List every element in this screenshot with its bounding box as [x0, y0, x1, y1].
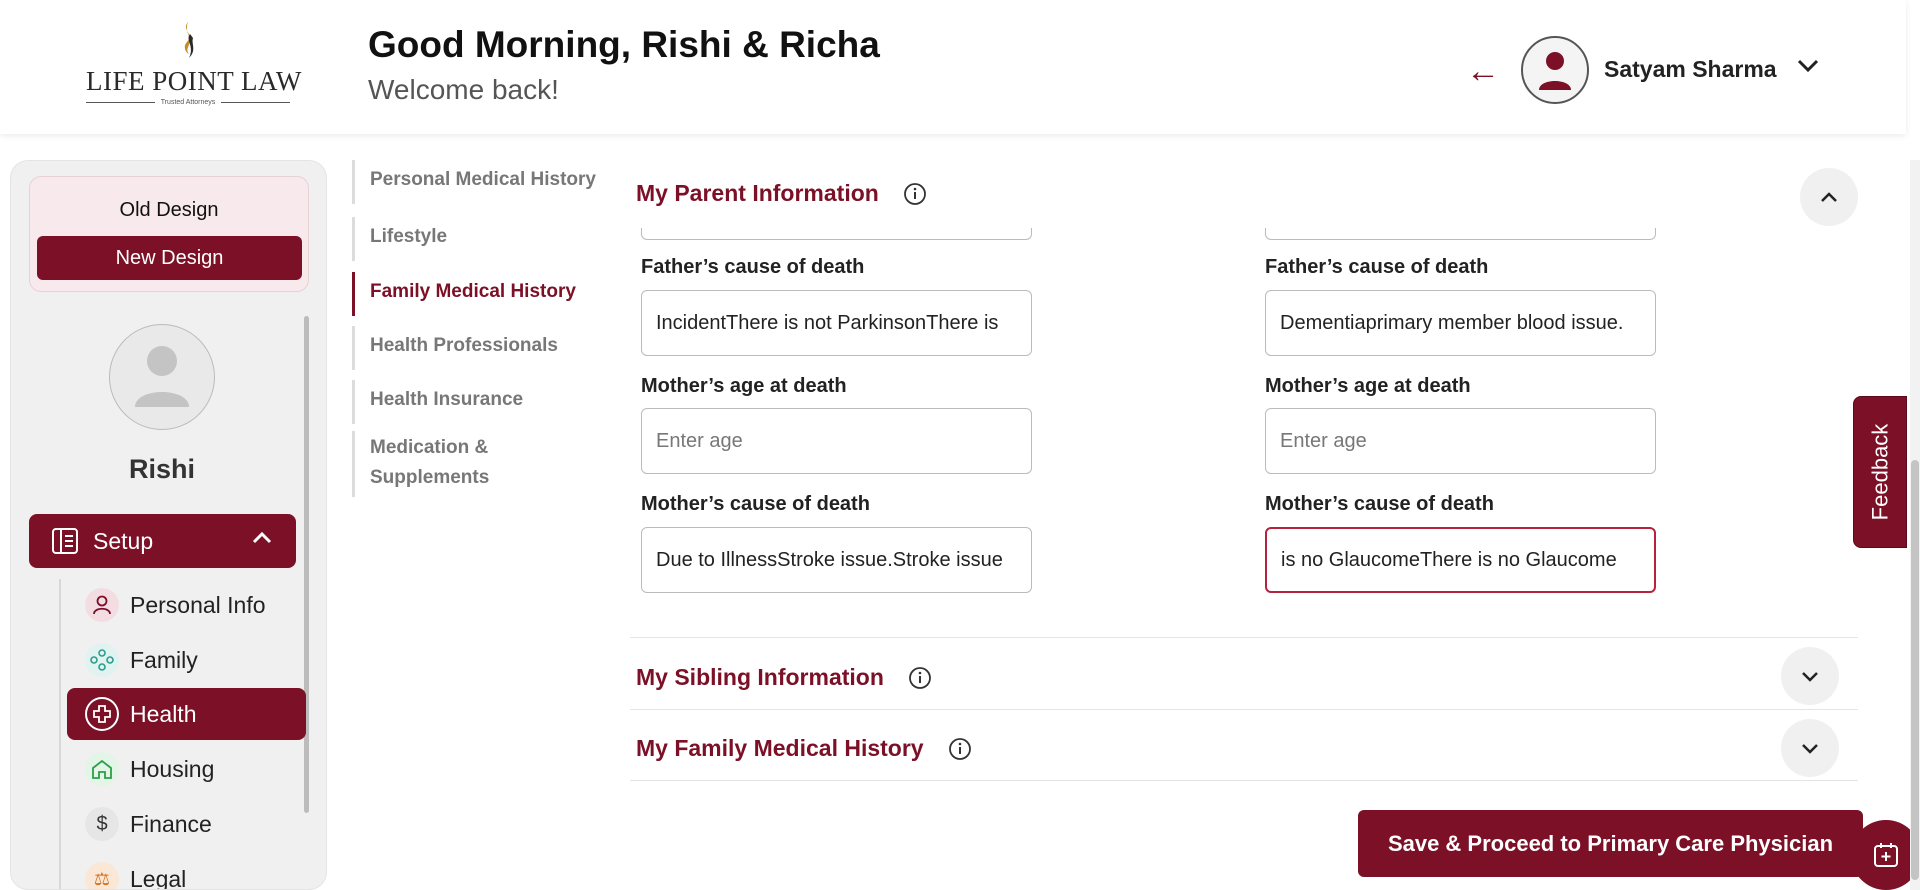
sibling-info-header: My Sibling Information	[636, 664, 932, 691]
user-avatar[interactable]	[1521, 36, 1589, 104]
profile-user-icon	[135, 346, 189, 407]
chevron-down-icon	[1802, 744, 1818, 754]
expand-family-history-button[interactable]	[1781, 719, 1839, 777]
setup-icon	[52, 528, 78, 554]
subnav-medication-supplements[interactable]: Medication & Supplements	[352, 431, 602, 497]
mother-age-input[interactable]	[1265, 408, 1656, 474]
chevron-down-icon	[1802, 672, 1818, 682]
sidebar-item-personal-info[interactable]: Personal Info	[67, 579, 306, 631]
feedback-label: Feedback	[1867, 423, 1892, 521]
sidebar-item-family[interactable]: Family	[67, 634, 306, 686]
back-arrow-icon[interactable]: ←	[1466, 54, 1500, 88]
greeting-title: Good Morning, Rishi & Richa	[368, 24, 880, 65]
subnav-lifestyle[interactable]: Lifestyle	[352, 217, 602, 261]
subnav-health-professionals[interactable]: Health Professionals	[352, 326, 602, 370]
app-header: LIFE POINT LAW Trusted Attorneys Good Mo…	[0, 0, 1906, 134]
sidebar-scrollbar[interactable]	[304, 316, 309, 813]
dollar-icon: $	[85, 807, 119, 841]
mother-cause-input[interactable]	[1265, 527, 1656, 593]
expand-sibling-button[interactable]	[1781, 647, 1839, 705]
logo-tagline: Trusted Attorneys	[160, 99, 216, 106]
sidebar-item-label: Family	[130, 646, 198, 673]
sidebar-item-label: Housing	[130, 755, 215, 782]
home-icon	[85, 752, 119, 786]
design-toggle: Old Design New Design	[29, 176, 309, 292]
person-icon	[85, 588, 119, 622]
main-content: My Parent Information Father’s cause of …	[608, 162, 1886, 890]
mother-cause-label: Mother’s cause of death	[641, 493, 870, 515]
father-cause-input[interactable]	[641, 290, 1032, 356]
logo-flame-icon	[184, 22, 194, 58]
sidebar-item-finance[interactable]: $ Finance	[67, 798, 306, 850]
greeting-subtitle: Welcome back!	[368, 74, 559, 105]
info-icon[interactable]	[908, 666, 932, 690]
feedback-tab[interactable]: Feedback	[1853, 396, 1907, 548]
new-design-button[interactable]: New Design	[37, 236, 302, 280]
sidebar-item-legal[interactable]: ⚖ Legal	[67, 853, 306, 890]
sidebar: Old Design New Design Rishi Setup Person…	[10, 160, 327, 890]
mother-cause-input[interactable]	[641, 527, 1032, 593]
old-design-button[interactable]: Old Design	[30, 199, 308, 222]
page-scrollbar[interactable]	[1910, 160, 1920, 890]
sidebar-item-housing[interactable]: Housing	[67, 743, 306, 795]
logo-name: LIFE POINT LAW	[86, 66, 302, 96]
sidebar-item-label: Finance	[130, 810, 212, 837]
setup-label: Setup	[93, 527, 154, 554]
chevron-up-icon	[252, 531, 272, 544]
chevron-up-icon	[1821, 192, 1837, 202]
family-icon	[85, 643, 119, 677]
mother-age-label: Mother’s age at death	[641, 375, 847, 397]
father-cause-input[interactable]	[1265, 290, 1656, 356]
sibling-info-title[interactable]: My Sibling Information	[636, 664, 884, 691]
setup-menu[interactable]: Setup	[29, 514, 296, 568]
save-proceed-button[interactable]: Save & Proceed to Primary Care Physician	[1358, 810, 1863, 877]
father-cause-label: Father’s cause of death	[641, 256, 865, 278]
legal-icon: ⚖	[85, 862, 119, 889]
subnav-family-medical-history[interactable]: Family Medical History	[352, 272, 602, 316]
subnav-personal-medical-history[interactable]: Personal Medical History	[352, 160, 602, 204]
user-name[interactable]: Satyam Sharma	[1604, 56, 1777, 83]
health-plus-icon	[85, 697, 119, 731]
info-icon[interactable]	[903, 182, 927, 206]
father-cause-label: Father’s cause of death	[1265, 256, 1489, 278]
profile-name: Rishi	[128, 454, 195, 484]
sidebar-item-label: Legal	[130, 865, 187, 890]
logo: LIFE POINT LAW Trusted Attorneys	[86, 20, 302, 108]
mother-age-label: Mother’s age at death	[1265, 375, 1471, 397]
parent-info-header: My Parent Information	[636, 180, 927, 207]
subnav-health-insurance[interactable]: Health Insurance	[352, 380, 602, 424]
collapse-parent-button[interactable]	[1800, 168, 1858, 226]
sidebar-item-health[interactable]: Health	[67, 688, 306, 740]
greeting: Good Morning, Rishi & Richa Welcome back…	[368, 24, 880, 106]
parent-info-title[interactable]: My Parent Information	[636, 180, 879, 207]
user-icon	[1539, 52, 1571, 90]
add-note-icon	[1874, 843, 1898, 867]
chevron-down-icon[interactable]	[1796, 58, 1820, 74]
profile-avatar[interactable]	[109, 324, 215, 430]
info-icon[interactable]	[948, 737, 972, 761]
family-history-header: My Family Medical History	[636, 735, 972, 762]
sidebar-item-label: Health	[130, 700, 197, 727]
mother-cause-label: Mother’s cause of death	[1265, 493, 1494, 515]
mother-age-input[interactable]	[641, 408, 1032, 474]
family-history-title[interactable]: My Family Medical History	[636, 735, 924, 762]
sidebar-item-label: Personal Info	[130, 591, 266, 618]
